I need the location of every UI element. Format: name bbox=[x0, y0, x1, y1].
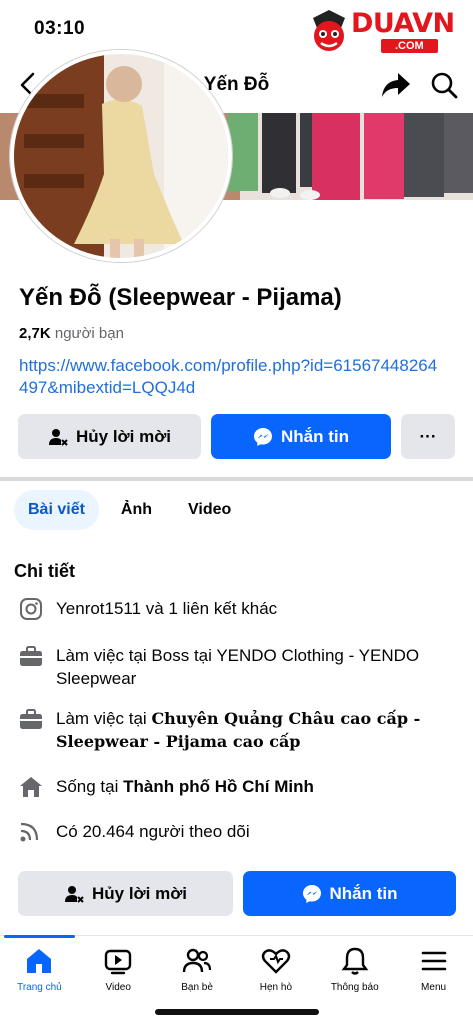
video-icon bbox=[105, 949, 132, 975]
detail-work-2: Làm việc tại Chuyên Quảng Châu cao cấp -… bbox=[18, 707, 448, 753]
menu-icon bbox=[421, 951, 446, 971]
bottom-nav-menu[interactable]: Menu bbox=[394, 936, 473, 1005]
friends-count[interactable]: 2,7K người bạn bbox=[19, 325, 124, 342]
message-button-bottom[interactable]: Nhắn tin bbox=[243, 871, 456, 916]
watermark-logo: DUAVN .COM bbox=[307, 6, 467, 58]
profile-name: Yến Đỗ (Sleepwear - Pijama) bbox=[19, 284, 342, 311]
detail-lives-text: Sống tại Thành phố Hồ Chí Minh bbox=[56, 775, 314, 798]
tab-photos[interactable]: Ảnh bbox=[107, 490, 166, 530]
bottom-nav: Trang chủ Video Bạn bè Hẹn hò Thông báo bbox=[0, 935, 473, 1005]
detail-work-2-prefix: Làm việc tại bbox=[56, 709, 152, 728]
briefcase-icon bbox=[20, 646, 42, 666]
message-label: Nhắn tin bbox=[281, 426, 349, 446]
status-bar: 03:10 DUAVN .COM bbox=[0, 0, 473, 60]
mascot-icon bbox=[313, 10, 345, 51]
avatar[interactable] bbox=[10, 50, 232, 262]
message-button[interactable]: Nhắn tin bbox=[211, 414, 391, 459]
cancel-request-label: Hủy lời mời bbox=[75, 426, 172, 446]
house-icon bbox=[20, 777, 42, 797]
detail-work-1-text: Làm việc tại Boss tại YENDO Clothing - Y… bbox=[56, 646, 420, 688]
messenger-icon bbox=[302, 884, 321, 903]
more-icon: ··· bbox=[419, 426, 437, 446]
bottom-nav-notifications-label: Thông báo bbox=[330, 982, 379, 993]
bottom-nav-video[interactable]: Video bbox=[79, 936, 158, 1005]
bottom-nav-home-label: Trang chủ bbox=[17, 982, 62, 993]
profile-tabs: Bài viết Ảnh Video bbox=[14, 490, 245, 532]
bottom-nav-menu-label: Menu bbox=[421, 982, 447, 993]
home-indicator bbox=[155, 1009, 319, 1015]
share-icon[interactable] bbox=[381, 71, 411, 99]
friends-icon bbox=[182, 948, 212, 973]
cancel-request-button[interactable]: Hủy lời mời bbox=[18, 414, 201, 459]
bottom-nav-friends[interactable]: Bạn bè bbox=[158, 936, 237, 1005]
section-divider bbox=[0, 477, 473, 481]
detail-lives-prefix: Sống tại bbox=[56, 777, 124, 796]
message-label: Nhắn tin bbox=[329, 883, 398, 903]
bottom-nav-dating-label: Hẹn hò bbox=[259, 982, 293, 993]
rss-icon bbox=[20, 822, 39, 842]
tab-posts[interactable]: Bài viết bbox=[14, 490, 99, 530]
friends-count-label: người bạn bbox=[54, 325, 124, 342]
more-button[interactable]: ··· bbox=[401, 414, 455, 459]
instagram-icon bbox=[20, 598, 42, 620]
person-cancel-icon bbox=[64, 885, 84, 903]
detail-work-2-text: Làm việc tại Chuyên Quảng Châu cao cấp -… bbox=[56, 707, 448, 753]
detail-lives-city[interactable]: Thành phố Hồ Chí Minh bbox=[123, 777, 314, 796]
bottom-nav-dating[interactable]: Hẹn hò bbox=[236, 936, 315, 1005]
briefcase-icon bbox=[20, 709, 42, 729]
tab-videos[interactable]: Video bbox=[174, 490, 245, 530]
watermark-sub: .COM bbox=[381, 39, 438, 53]
search-icon[interactable] bbox=[429, 70, 459, 100]
dating-icon bbox=[261, 949, 291, 974]
cancel-request-button-bottom[interactable]: Hủy lời mời bbox=[18, 871, 233, 916]
bell-icon bbox=[341, 947, 369, 975]
watermark-text: DUAVN bbox=[351, 8, 455, 39]
cancel-request-label: Hủy lời mời bbox=[91, 883, 188, 903]
detail-instagram-text: Yenrot1511 và 1 liên kết khác bbox=[56, 599, 278, 618]
status-time: 03:10 bbox=[34, 18, 86, 39]
detail-instagram[interactable]: Yenrot1511 và 1 liên kết khác bbox=[18, 597, 277, 621]
bottom-nav-friends-label: Bạn bè bbox=[181, 982, 213, 993]
avatar-image bbox=[14, 54, 228, 258]
friends-count-value: 2,7K bbox=[19, 325, 51, 342]
detail-work-1: Làm việc tại Boss tại YENDO Clothing - Y… bbox=[18, 644, 438, 690]
bottom-nav-video-label: Video bbox=[105, 982, 131, 993]
home-icon bbox=[27, 949, 52, 973]
messenger-icon bbox=[254, 427, 272, 446]
detail-lives: Sống tại Thành phố Hồ Chí Minh bbox=[18, 775, 314, 799]
detail-followers-text: Có 20.464 người theo dõi bbox=[56, 822, 250, 841]
detail-followers[interactable]: Có 20.464 người theo dõi bbox=[18, 820, 250, 844]
bottom-nav-notifications[interactable]: Thông báo bbox=[315, 936, 394, 1005]
person-cancel-icon bbox=[48, 428, 68, 446]
profile-link[interactable]: https://www.facebook.com/profile.php?id=… bbox=[19, 355, 439, 399]
details-title: Chi tiết bbox=[14, 561, 75, 581]
bottom-nav-home[interactable]: Trang chủ bbox=[0, 935, 79, 1005]
